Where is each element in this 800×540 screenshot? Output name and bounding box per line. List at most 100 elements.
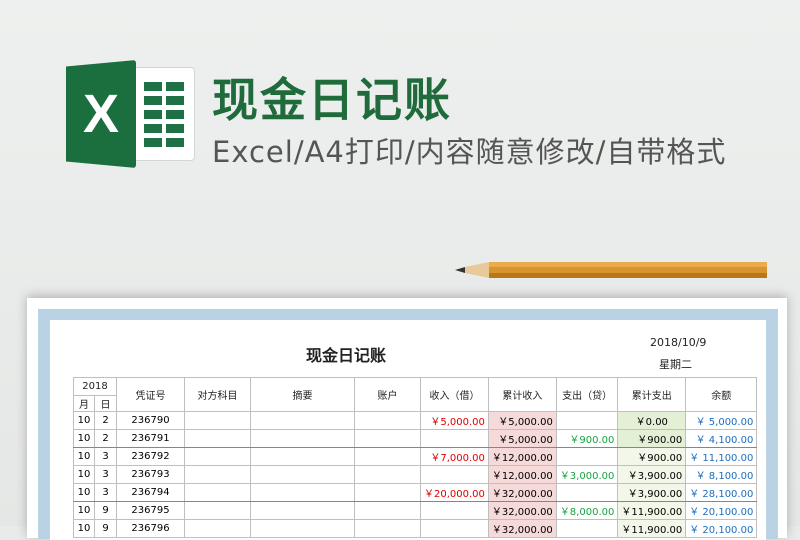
- cell-voucher[interactable]: 236792: [116, 447, 185, 466]
- cell-expense[interactable]: [555, 411, 619, 430]
- cell-account[interactable]: [184, 483, 251, 502]
- cell-voucher[interactable]: 236790: [116, 411, 185, 430]
- cell-cum-expense[interactable]: ￥3,900.00: [617, 465, 687, 484]
- cell-day[interactable]: 9: [94, 501, 117, 520]
- cell-cum-income[interactable]: ￥5,000.00: [487, 429, 557, 448]
- cell-income[interactable]: ￥5,000.00: [420, 411, 489, 430]
- cell-voucher[interactable]: 236795: [116, 501, 185, 520]
- cell-ledger[interactable]: [354, 465, 421, 484]
- cell-month[interactable]: 10: [73, 447, 95, 466]
- cell-income[interactable]: [420, 429, 489, 448]
- pencil-icon: [455, 262, 767, 278]
- banner-subtitle: Excel/A4打印/内容随意修改/自带格式: [212, 135, 727, 169]
- cell-cum-expense[interactable]: ￥11,900.00: [617, 519, 687, 538]
- cell-summary[interactable]: [250, 447, 355, 466]
- cell-summary[interactable]: [250, 429, 355, 448]
- cell-voucher[interactable]: 236793: [116, 465, 185, 484]
- cell-summary[interactable]: [250, 465, 355, 484]
- cell-cum-income[interactable]: ￥5,000.00: [487, 411, 557, 430]
- cell-ledger[interactable]: [354, 501, 421, 520]
- cell-income[interactable]: [420, 519, 489, 538]
- cell-income[interactable]: ￥20,000.00: [420, 483, 489, 502]
- cell-cum-income[interactable]: ￥32,000.00: [487, 501, 557, 520]
- col-summary: 摘要: [250, 377, 355, 412]
- spreadsheet: 现金日记账 2018/10/9 星期二 2018 凭证号 对方科目 摘要 账户 …: [50, 320, 766, 540]
- cell-cum-expense[interactable]: ￥0.00: [617, 411, 687, 430]
- col-account: 对方科目: [184, 377, 251, 412]
- cell-income[interactable]: [420, 501, 489, 520]
- col-balance: 余额: [685, 377, 758, 412]
- cell-balance[interactable]: ￥ 11,100.00: [685, 447, 758, 466]
- cell-cum-expense[interactable]: ￥900.00: [617, 429, 687, 448]
- cell-month[interactable]: 10: [73, 501, 95, 520]
- cell-day[interactable]: 3: [94, 447, 117, 466]
- col-income: 收入（借）: [420, 377, 489, 412]
- cell-day[interactable]: 2: [94, 429, 117, 448]
- cell-account[interactable]: [184, 501, 251, 520]
- sheet-weekday: 星期二: [659, 358, 692, 371]
- cell-account[interactable]: [184, 429, 251, 448]
- cell-cum-income[interactable]: ￥32,000.00: [487, 483, 557, 502]
- cell-month[interactable]: 10: [73, 519, 95, 538]
- cell-ledger[interactable]: [354, 429, 421, 448]
- cell-summary[interactable]: [250, 483, 355, 502]
- cell-balance[interactable]: ￥ 5,000.00: [685, 411, 758, 430]
- table-row[interactable]: 10 9 236796 ￥32,000.00 ￥11,900.00 ￥ 20,1…: [73, 519, 758, 538]
- table-row[interactable]: 10 2 236790 ￥5,000.00 ￥5,000.00 ￥0.00 ￥ …: [73, 411, 758, 430]
- cell-month[interactable]: 10: [73, 429, 95, 448]
- cell-balance[interactable]: ￥ 8,100.00: [685, 465, 758, 484]
- table-row[interactable]: 10 3 236794 ￥20,000.00 ￥32,000.00 ￥3,900…: [73, 483, 758, 502]
- cell-voucher[interactable]: 236796: [116, 519, 185, 538]
- cell-summary[interactable]: [250, 501, 355, 520]
- col-day: 日: [94, 395, 117, 412]
- cell-summary[interactable]: [250, 411, 355, 430]
- cell-income[interactable]: [420, 465, 489, 484]
- sheet-title: 现金日记账: [306, 346, 387, 365]
- cell-voucher[interactable]: 236794: [116, 483, 185, 502]
- cell-balance[interactable]: ￥ 20,100.00: [685, 519, 758, 538]
- cell-summary[interactable]: [250, 519, 355, 538]
- cell-day[interactable]: 2: [94, 411, 117, 430]
- cell-voucher[interactable]: 236791: [116, 429, 185, 448]
- table-row[interactable]: 10 3 236793 ￥12,000.00 ￥3,000.00 ￥3,900.…: [73, 465, 758, 484]
- cell-month[interactable]: 10: [73, 483, 95, 502]
- col-ledger: 账户: [354, 377, 421, 412]
- cell-expense[interactable]: ￥900.00: [555, 429, 619, 448]
- cell-ledger[interactable]: [354, 519, 421, 538]
- cell-ledger[interactable]: [354, 483, 421, 502]
- table-row[interactable]: 10 3 236792 ￥7,000.00 ￥12,000.00 ￥900.00…: [73, 447, 758, 466]
- cell-cum-expense[interactable]: ￥900.00: [617, 447, 687, 466]
- cell-balance[interactable]: ￥ 28,100.00: [685, 483, 758, 502]
- cell-account[interactable]: [184, 465, 251, 484]
- cell-month[interactable]: 10: [73, 465, 95, 484]
- sheet-date[interactable]: 2018/10/9: [650, 336, 706, 349]
- cell-cum-income[interactable]: ￥32,000.00: [487, 519, 557, 538]
- cell-cum-expense[interactable]: ￥11,900.00: [617, 501, 687, 520]
- cell-expense[interactable]: [555, 483, 619, 502]
- cell-day[interactable]: 3: [94, 483, 117, 502]
- cell-expense[interactable]: [555, 519, 619, 538]
- cell-expense[interactable]: ￥3,000.00: [555, 465, 619, 484]
- cell-month[interactable]: 10: [73, 411, 95, 430]
- cell-expense[interactable]: [555, 447, 619, 466]
- cell-account[interactable]: [184, 411, 251, 430]
- excel-logo-icon: X: [66, 60, 194, 168]
- cell-ledger[interactable]: [354, 411, 421, 430]
- cell-balance[interactable]: ￥ 20,100.00: [685, 501, 758, 520]
- cell-day[interactable]: 3: [94, 465, 117, 484]
- cell-cum-income[interactable]: ￥12,000.00: [487, 465, 557, 484]
- cell-ledger[interactable]: [354, 447, 421, 466]
- year-header: 2018: [73, 377, 117, 396]
- col-cum-income: 累计收入: [487, 377, 557, 412]
- cell-balance[interactable]: ￥ 4,100.00: [685, 429, 758, 448]
- cell-income[interactable]: ￥7,000.00: [420, 447, 489, 466]
- cell-expense[interactable]: ￥8,000.00: [555, 501, 619, 520]
- table-row[interactable]: 10 9 236795 ￥32,000.00 ￥8,000.00 ￥11,900…: [73, 501, 758, 520]
- cell-day[interactable]: 9: [94, 519, 117, 538]
- cell-account[interactable]: [184, 447, 251, 466]
- col-month: 月: [73, 395, 95, 412]
- cell-cum-expense[interactable]: ￥3,900.00: [617, 483, 687, 502]
- cell-account[interactable]: [184, 519, 251, 538]
- table-row[interactable]: 10 2 236791 ￥5,000.00 ￥900.00 ￥900.00 ￥ …: [73, 429, 758, 448]
- cell-cum-income[interactable]: ￥12,000.00: [487, 447, 557, 466]
